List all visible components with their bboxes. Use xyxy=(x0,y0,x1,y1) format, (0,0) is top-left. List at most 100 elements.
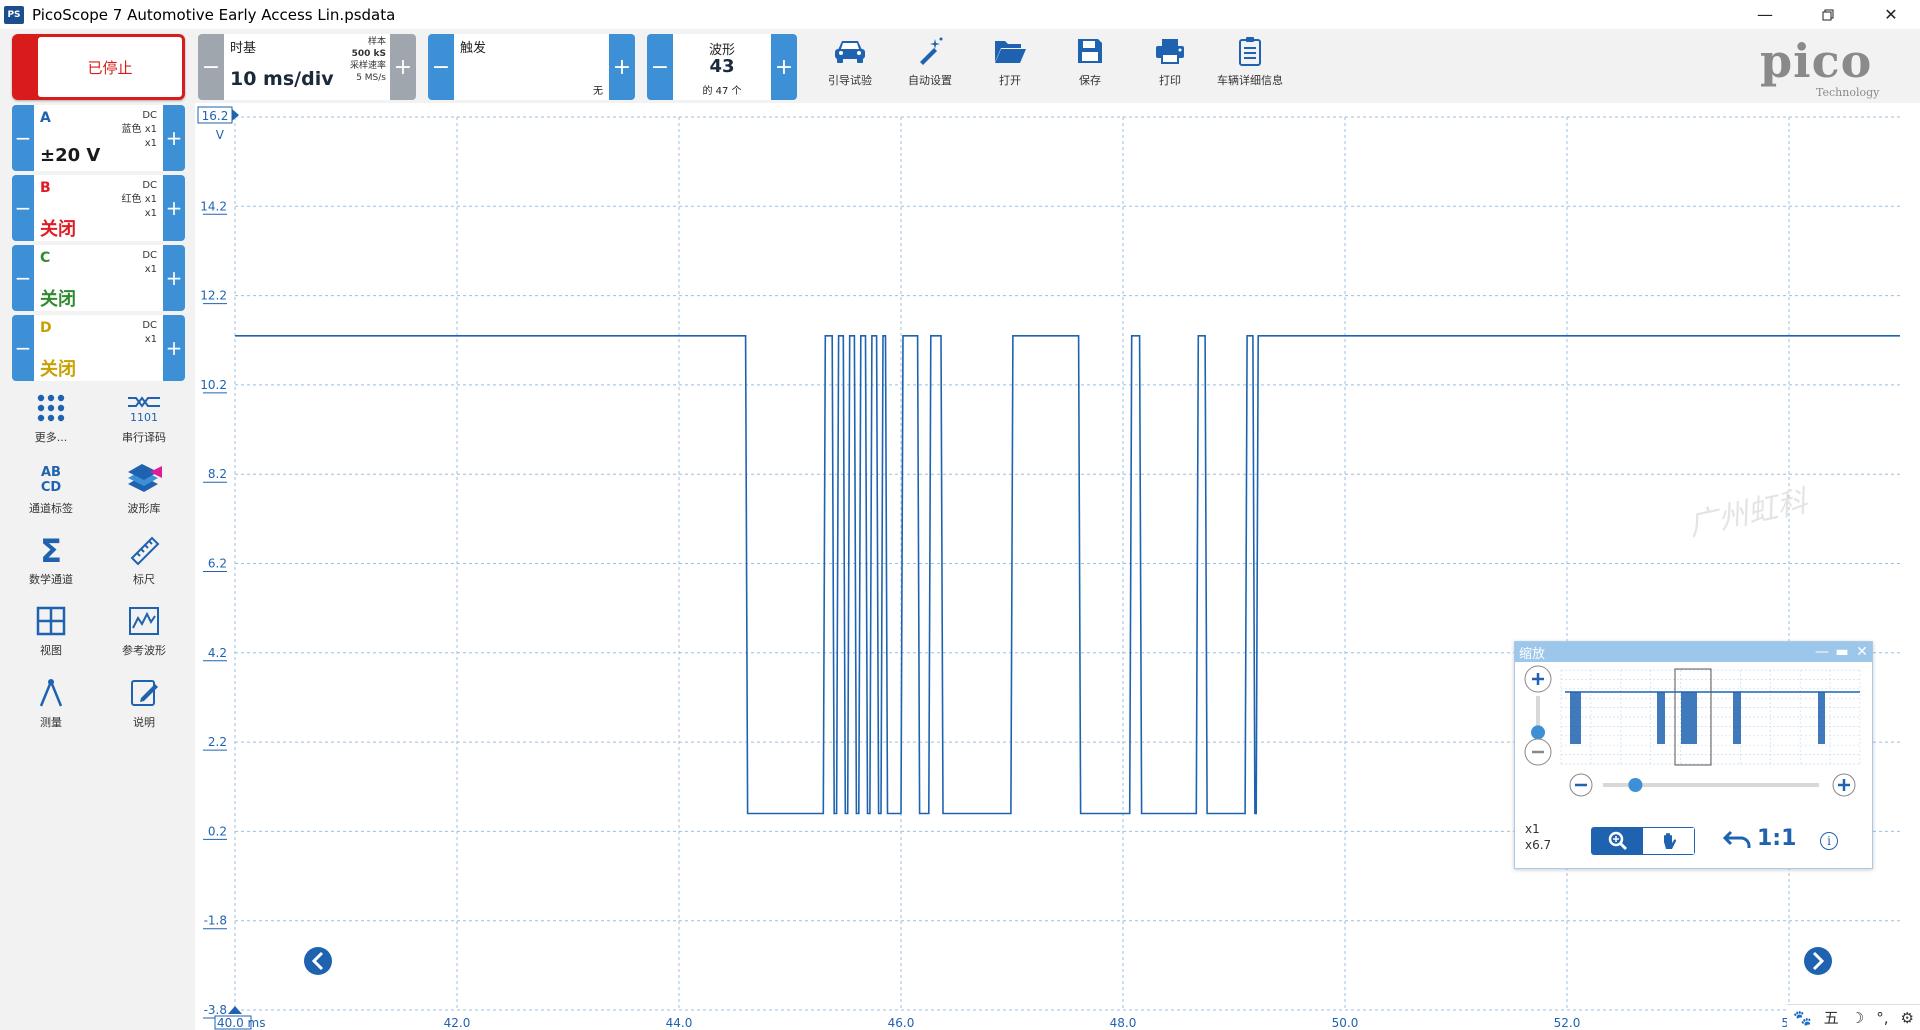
channel-scale[interactable]: x1 xyxy=(142,333,157,347)
scope-plot[interactable]: 16.2 V 14.2 12.2 10.2 8.2 6.2 4.2 2.2 0.2 -1.8 -3.8… xyxy=(195,103,1920,1030)
zoom-panel-header[interactable]: 缩放 — ▬ ✕ xyxy=(1515,642,1872,662)
zoom-mode-button[interactable] xyxy=(1592,828,1643,854)
tool-button-reference-waveform[interactable]: 参考波形 xyxy=(102,602,186,664)
horizontal-zoom-in-button[interactable] xyxy=(1832,773,1856,797)
zoom-panel-minimize-button[interactable]: — xyxy=(1813,642,1831,662)
tool-button-compass[interactable]: 测量 xyxy=(9,674,93,736)
tool-button-serial-decode[interactable]: 1101 串行译码 xyxy=(102,389,186,451)
tray-icon-1[interactable]: 五 xyxy=(1824,1007,1839,1028)
magnifier-icon xyxy=(1608,831,1627,851)
channel-range[interactable]: 关闭 xyxy=(40,285,76,311)
channel-d-increase-button[interactable]: + xyxy=(163,315,185,381)
y-axis-top-marker[interactable]: 16.2 xyxy=(197,106,239,124)
x-tick-label: 50.0 xyxy=(1332,1016,1359,1030)
y-tick-label: 4.2 xyxy=(208,646,227,660)
channel-coupling[interactable]: DC xyxy=(142,319,157,333)
x-axis-start-label: 40.0 ms xyxy=(217,1016,265,1030)
zoom-overview-plot[interactable] xyxy=(1560,668,1861,766)
vehicle-details-button[interactable]: 车辆详细信息 xyxy=(1210,34,1290,94)
tool-label: 参考波形 xyxy=(122,644,166,657)
vertical-zoom-in-button[interactable] xyxy=(1524,665,1552,693)
channel-coupling[interactable]: DC xyxy=(122,179,157,193)
x-tick-label: 52.0 xyxy=(1554,1016,1581,1030)
channel-scale[interactable]: x1 xyxy=(142,263,157,277)
minimize-button[interactable]: — xyxy=(1742,0,1788,29)
channel-probe[interactable]: 红色 x1 xyxy=(122,193,157,207)
channel-a-increase-button[interactable]: + xyxy=(163,105,185,171)
channel-probe[interactable]: 蓝色 x1 xyxy=(122,123,157,137)
tool-button-notes[interactable]: 说明 xyxy=(102,674,186,736)
restore-button[interactable] xyxy=(1805,0,1851,29)
channel-b-increase-button[interactable]: + xyxy=(163,175,185,241)
grid-view-icon xyxy=(31,602,71,640)
channel-a-decrease-button[interactable]: − xyxy=(12,105,34,171)
tool-button-dots-grid[interactable]: 更多... xyxy=(9,389,93,451)
zoom-reset-button[interactable]: 1:1 xyxy=(1723,826,1796,851)
auto-setup-button[interactable]: 自动设置 xyxy=(890,34,970,94)
channel-card-c[interactable]: − C DC x1 关闭 + xyxy=(12,245,185,311)
samples-value[interactable]: 500 kS xyxy=(350,48,386,60)
info-button[interactable]: i xyxy=(1820,832,1838,850)
channel-card-a[interactable]: − A DC 蓝色 x1 x1 ±20 V + xyxy=(12,105,185,171)
next-waveform-button[interactable]: + xyxy=(771,34,797,100)
run-stop-button[interactable]: 已停止 xyxy=(12,34,185,100)
scroll-right-button[interactable] xyxy=(1804,947,1832,975)
scope-view[interactable]: 16.2 V 14.2 12.2 10.2 8.2 6.2 4.2 2.2 0.2 -1.8 -3.8… xyxy=(195,103,1920,1030)
channel-range[interactable]: ±20 V xyxy=(40,145,100,166)
tray-icon-3[interactable]: °, xyxy=(1876,1009,1888,1027)
channel-range[interactable]: 关闭 xyxy=(40,355,76,381)
tool-button-ruler[interactable]: 标尺 xyxy=(102,531,186,593)
channel-c-increase-button[interactable]: + xyxy=(163,245,185,311)
zoom-panel: 缩放 — ▬ ✕ x1 x6.7 1:1 i xyxy=(1514,641,1873,869)
scroll-left-button[interactable] xyxy=(304,947,332,975)
channel-b-decrease-button[interactable]: − xyxy=(12,175,34,241)
tool-label: 说明 xyxy=(133,716,155,729)
tool-button-channel-labels[interactable]: AB CD 通道标签 xyxy=(9,460,93,522)
channel-d-decrease-button[interactable]: − xyxy=(12,315,34,381)
zoom-panel-maximize-button[interactable]: ▬ xyxy=(1833,642,1851,662)
zoom-panel-close-button[interactable]: ✕ xyxy=(1853,642,1871,662)
tray-icon-0[interactable]: 🐾 xyxy=(1793,1009,1812,1027)
open-button[interactable]: 打开 xyxy=(970,34,1050,94)
vertical-zoom-out-button[interactable] xyxy=(1524,738,1552,766)
trigger-decrease-button[interactable]: − xyxy=(428,34,454,100)
pan-mode-button[interactable] xyxy=(1643,828,1694,854)
save-button[interactable]: 保存 xyxy=(1050,34,1130,94)
horizontal-zoom-thumb[interactable] xyxy=(1628,778,1643,792)
channel-name: D xyxy=(40,320,52,336)
timebase-increase-button[interactable]: + xyxy=(390,34,416,100)
tray-icon-2[interactable]: ☽ xyxy=(1851,1009,1864,1027)
sample-rate-value[interactable]: 5 MS/s xyxy=(350,72,386,84)
channel-info: DC 蓝色 x1 x1 xyxy=(122,109,157,151)
channel-scale[interactable]: x1 xyxy=(122,137,157,151)
pico-logo-text: pico xyxy=(1760,34,1873,88)
horizontal-zoom-out-button[interactable] xyxy=(1569,773,1593,797)
tray-icon-4[interactable]: ⚙ xyxy=(1901,1009,1914,1027)
floppy-disk-icon xyxy=(1078,39,1102,63)
trigger-increase-button[interactable]: + xyxy=(609,34,635,100)
waveform-number[interactable]: 43 xyxy=(673,56,771,77)
channel-coupling[interactable]: DC xyxy=(142,249,157,263)
tool-button-waveform-library[interactable]: 波形库 xyxy=(102,460,186,522)
tool-label: 更多... xyxy=(34,431,68,444)
channel-card-b[interactable]: − B DC 红色 x1 x1 关闭 + xyxy=(12,175,185,241)
tool-button-grid-view[interactable]: 视图 xyxy=(9,602,93,664)
print-button[interactable]: 打印 xyxy=(1130,34,1210,94)
channel-range[interactable]: 关闭 xyxy=(40,215,76,241)
channel-scale[interactable]: x1 xyxy=(122,207,157,221)
channel-coupling[interactable]: DC xyxy=(122,109,157,123)
vertical-zoom-thumb[interactable] xyxy=(1531,725,1545,740)
channel-c-decrease-button[interactable]: − xyxy=(12,245,34,311)
trigger-mode[interactable]: 无 xyxy=(593,82,603,97)
svg-text:Σ: Σ xyxy=(40,534,62,566)
channel-name: B xyxy=(40,180,51,196)
guided-test-button[interactable]: 引导试验 xyxy=(810,34,890,94)
close-button[interactable]: ✕ xyxy=(1868,0,1914,29)
timebase-decrease-button[interactable]: − xyxy=(198,34,224,100)
tool-button-sigma[interactable]: Σ 数学通道 xyxy=(9,531,93,593)
channel-card-d[interactable]: − D DC x1 关闭 + xyxy=(12,315,185,381)
previous-waveform-button[interactable]: − xyxy=(647,34,673,100)
y-axis-unit: V xyxy=(216,128,225,142)
timebase-value[interactable]: 10 ms/div xyxy=(230,68,334,90)
waveform-total: 的 47 个 xyxy=(702,86,742,97)
